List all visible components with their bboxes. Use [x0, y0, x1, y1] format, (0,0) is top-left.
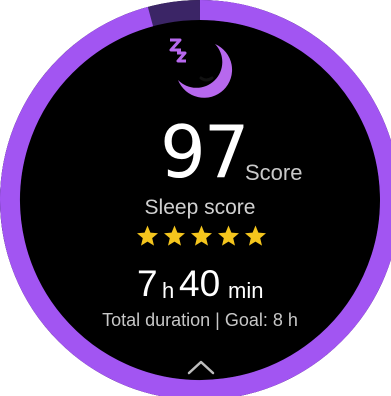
total-duration-row: 7 h 40 min	[0, 262, 391, 306]
chevron-up-icon[interactable]	[186, 358, 216, 376]
duration-hours: 7	[137, 263, 158, 304]
star-icon	[137, 225, 158, 246]
star-icon	[191, 225, 212, 246]
duration-minutes: 40	[179, 263, 221, 304]
star-icon	[218, 225, 239, 246]
sleep-summary[interactable]: 97 Score Sleep score 7 h 40 min Total du…	[0, 0, 391, 396]
watch-screen: 97 Score Sleep score 7 h 40 min Total du…	[0, 0, 391, 396]
score-row: 97 Score	[0, 112, 391, 192]
total-duration-label: Total duration | Goal: 8 h	[102, 310, 298, 330]
sleep-score-label: Sleep score	[144, 196, 256, 219]
sleeping-moon-icon	[169, 38, 233, 98]
duration-minutes-unit: min	[228, 278, 264, 303]
duration-hours-unit: h	[162, 278, 175, 303]
score-unit-label: Score	[245, 160, 303, 185]
star-icon	[164, 225, 185, 246]
sleep-score-value: 97	[160, 110, 250, 194]
star-icon	[245, 225, 266, 246]
star-rating	[135, 224, 271, 248]
